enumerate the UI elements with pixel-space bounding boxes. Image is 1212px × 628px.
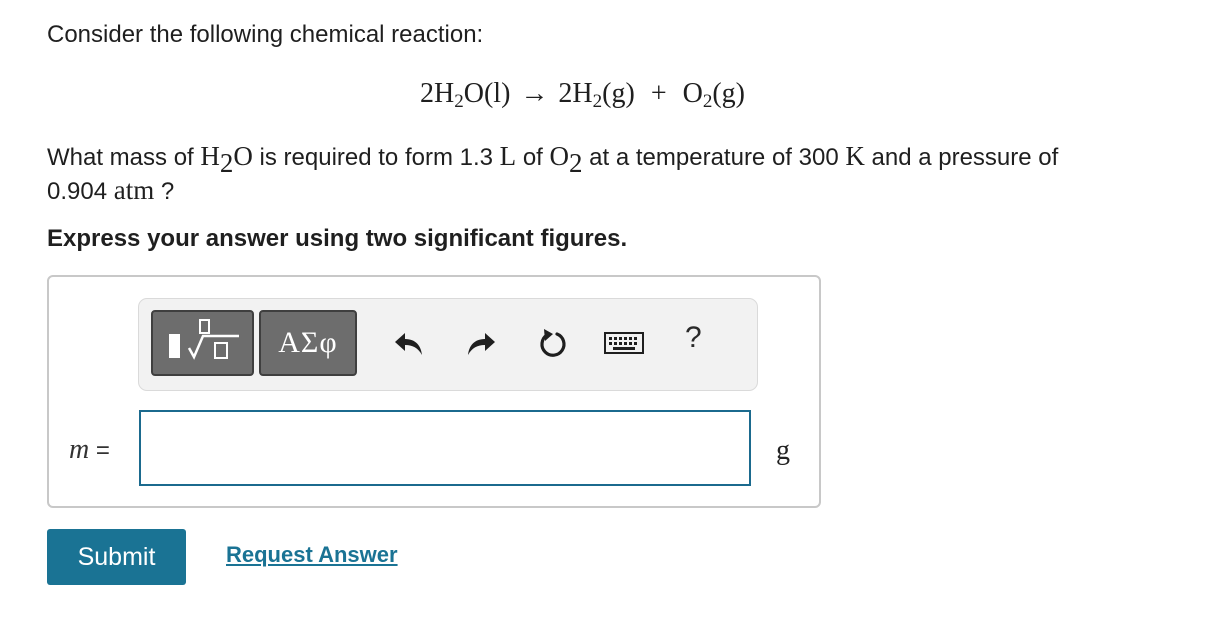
chemical-equation: 2H2O(l) → 2H2(g) + O2(g)	[420, 76, 745, 112]
greek-symbols-button[interactable]: ΑΣφ	[259, 310, 357, 376]
product1-hydrogen: H	[572, 78, 593, 109]
answer-variable: m	[69, 434, 90, 465]
reactant-hydrogen-subscript: 2	[454, 90, 464, 112]
redo-icon[interactable]	[463, 325, 499, 361]
math-toolbar: ΑΣφ ?	[138, 298, 758, 391]
help-icon[interactable]: ?	[685, 321, 702, 355]
water-hydrogen: H	[200, 141, 220, 171]
question-part-1: What mass of	[47, 144, 201, 171]
answer-input[interactable]	[139, 410, 751, 486]
product2-oxygen-subscript: 2	[702, 90, 713, 112]
question-part-2: is required to form 1.3	[252, 144, 500, 171]
answer-unit: g	[776, 435, 790, 466]
reactant-oxygen-state: O(l)	[463, 78, 511, 109]
product1-state: (g)	[602, 78, 635, 109]
product1-hydrogen-subscript: 2	[592, 90, 603, 112]
product1-coefficient: 2	[558, 78, 573, 109]
unit-atm: atm	[113, 175, 155, 205]
product2-state: (g)	[712, 78, 746, 109]
problem-intro: Consider the following chemical reaction…	[47, 21, 484, 48]
water-oxygen: O	[233, 141, 253, 171]
reset-icon[interactable]	[535, 325, 571, 361]
reactant-coefficient: 2	[420, 78, 434, 109]
oxygen-symbol: O	[549, 141, 570, 171]
unit-kelvin: K	[845, 141, 865, 171]
water-subscript: 2	[219, 147, 234, 178]
keyboard-icon[interactable]	[603, 325, 645, 361]
question-part-3: of	[516, 144, 550, 171]
plus-sign: +	[650, 78, 667, 109]
oxygen-subscript: 2	[569, 147, 583, 178]
answer-variable-label: m =	[69, 434, 110, 466]
product2-oxygen: O	[682, 78, 703, 109]
pressure-value: 0.904	[47, 178, 108, 205]
question-part-4: at a temperature of 300	[582, 144, 846, 171]
question-text: What mass of H2O is required to form 1.3…	[47, 140, 1177, 208]
reactant-hydrogen: H	[434, 78, 455, 109]
unit-liters: L	[499, 141, 517, 171]
instruction-text: Express your answer using two significan…	[47, 225, 628, 252]
reaction-arrow: →	[520, 78, 549, 109]
request-answer-link[interactable]: Request Answer	[226, 542, 398, 568]
answer-panel: ΑΣφ ? m = g	[47, 275, 821, 508]
submit-button[interactable]: Submit	[47, 529, 186, 585]
undo-icon[interactable]	[391, 325, 427, 361]
greek-symbols-icon: ΑΣφ	[278, 326, 338, 359]
equals-sign: =	[95, 437, 110, 464]
question-part-5: and a pressure of	[864, 144, 1059, 171]
templates-icon	[169, 319, 239, 360]
question-end: ?	[154, 178, 175, 205]
templates-button[interactable]	[151, 310, 254, 376]
